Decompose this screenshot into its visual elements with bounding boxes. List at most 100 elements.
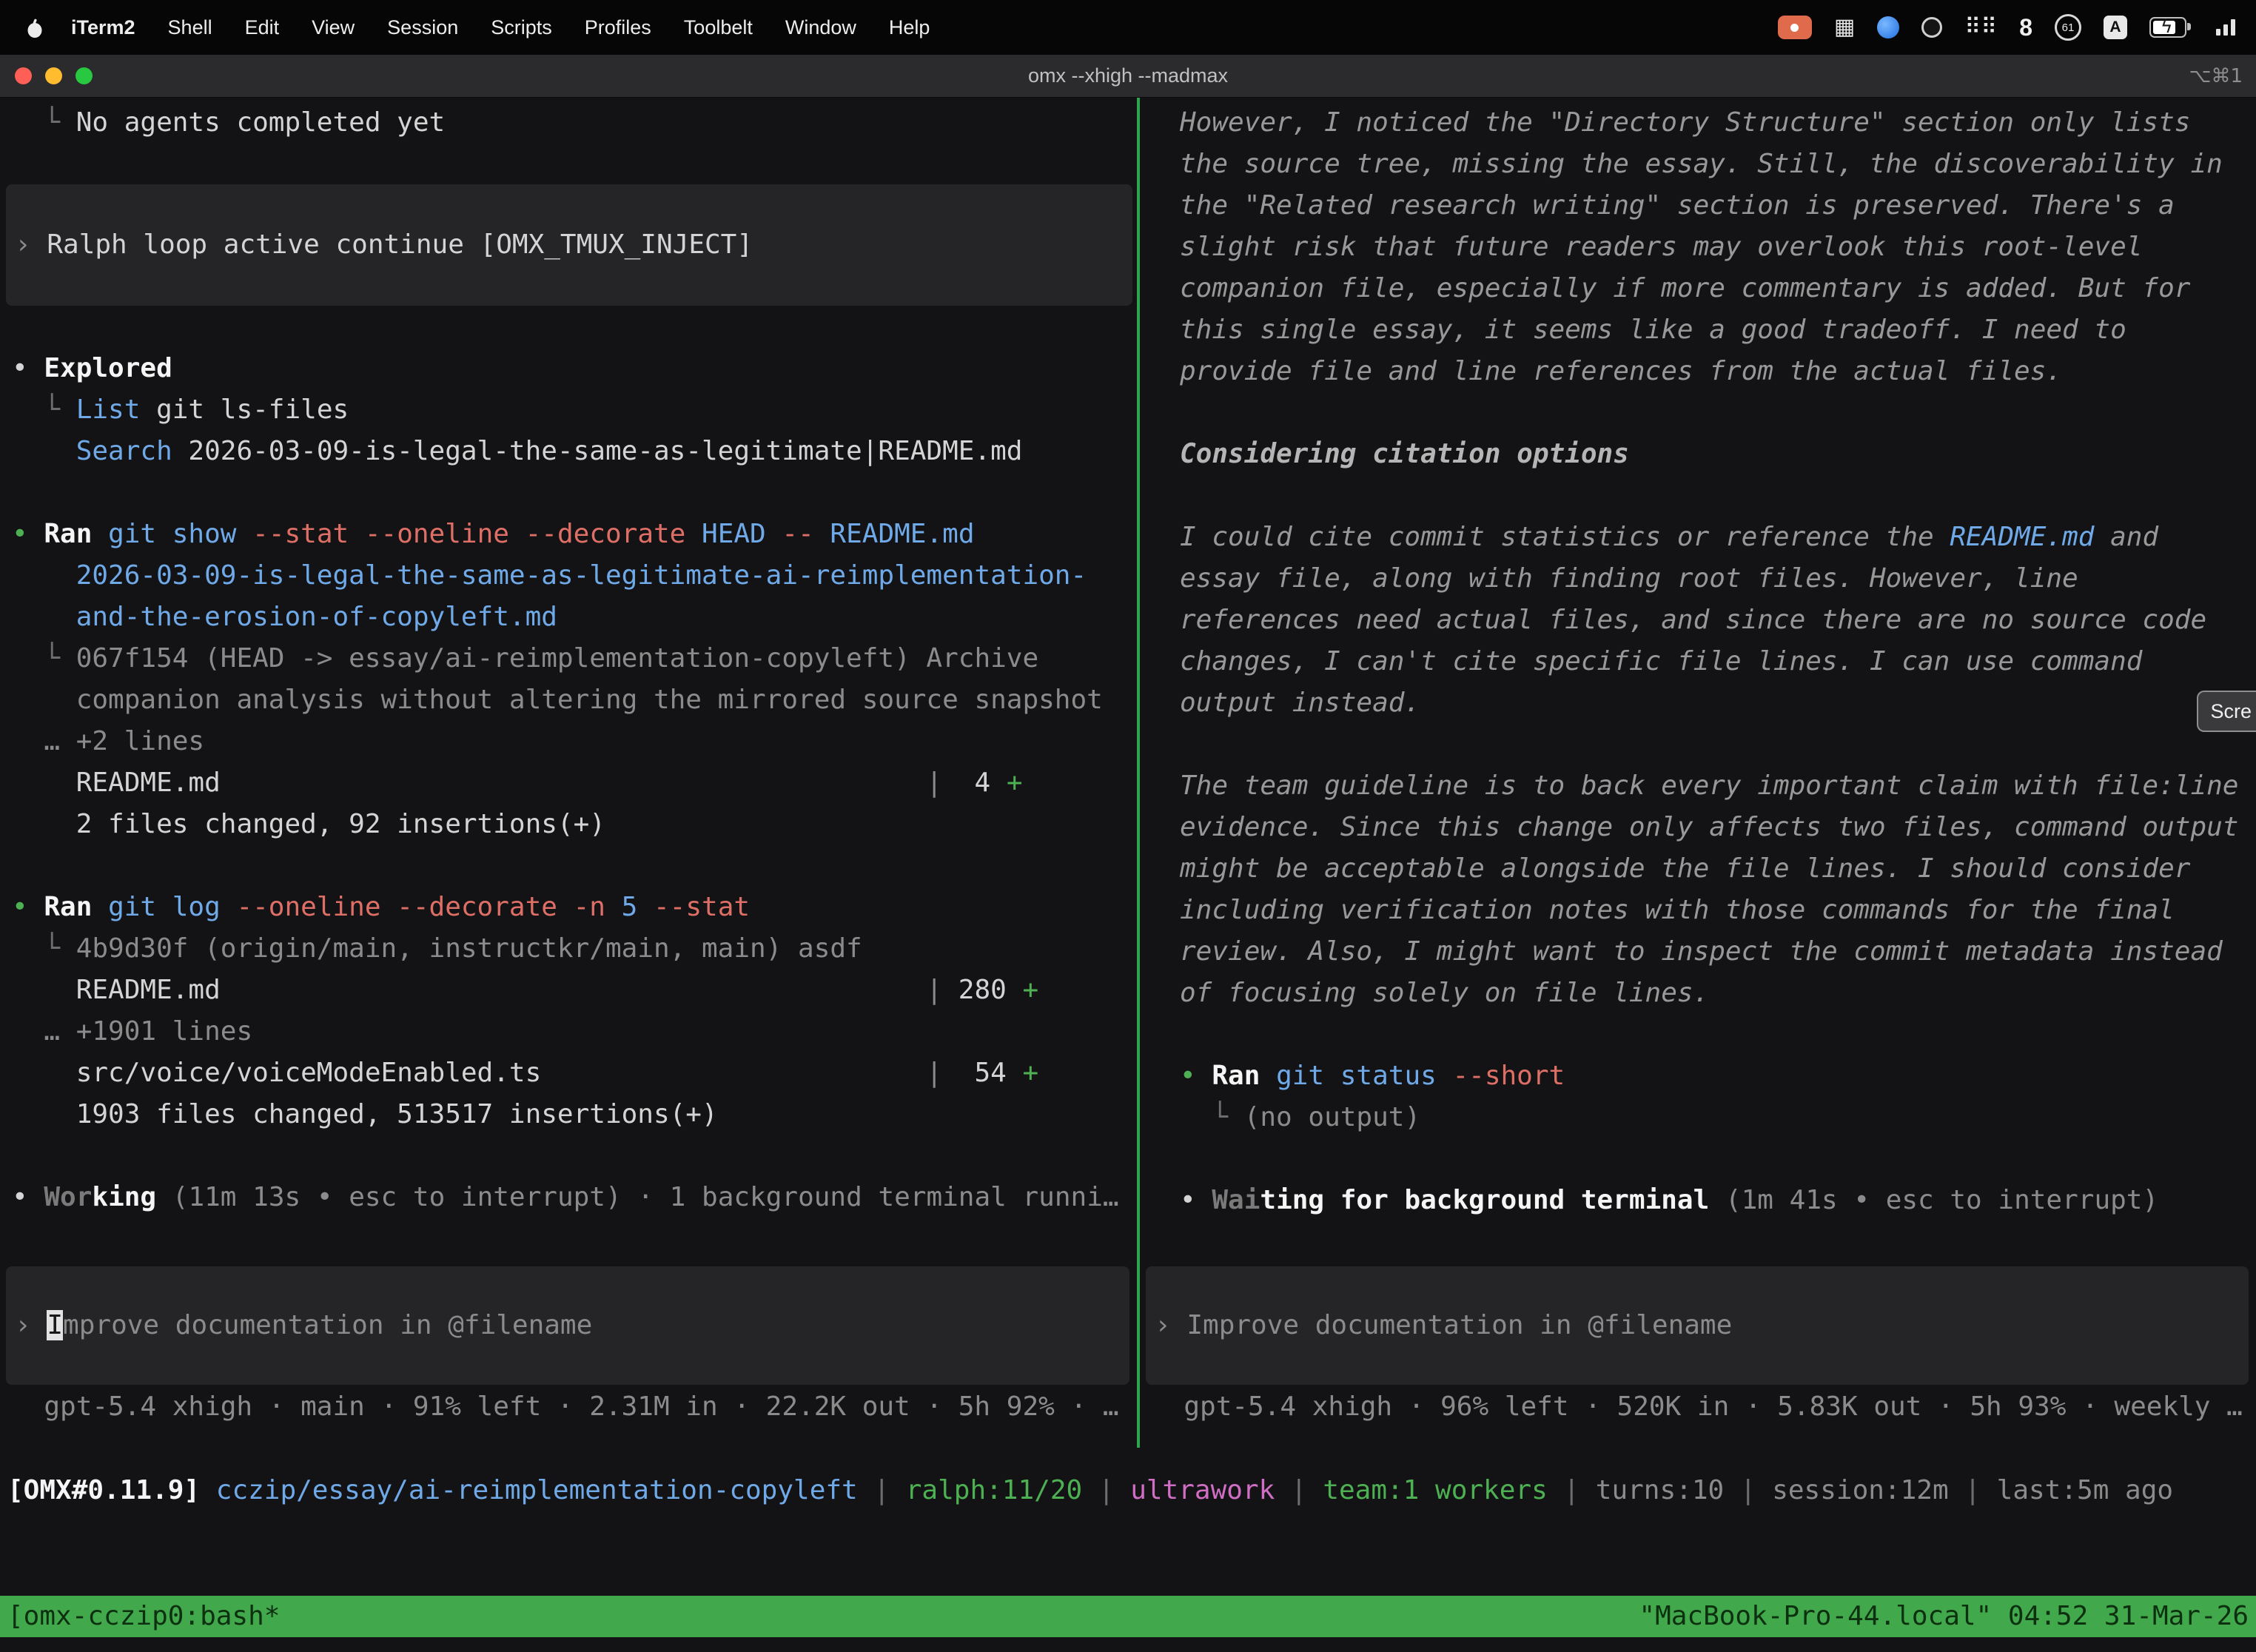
minimize-button[interactable] xyxy=(45,67,62,84)
dark-circle-icon[interactable] xyxy=(1921,17,1942,38)
terminal-line xyxy=(12,845,1119,887)
text-segment: the "Related research writing" section i… xyxy=(1180,190,2175,221)
text-segment xyxy=(12,1016,44,1047)
blue-orb-icon[interactable] xyxy=(1877,16,1899,38)
left-prompt-input[interactable]: › Improve documentation in @filename xyxy=(6,1266,1129,1385)
text-segment: No agents completed yet xyxy=(76,107,446,138)
menubar-item[interactable]: Toolbelt xyxy=(668,16,769,39)
text-segment: · 1 background terminal runni… xyxy=(622,1182,1119,1212)
menu-bar-status-icons: ▦ ⠿⠿ 8 61 A ϟ xyxy=(1778,14,2237,41)
terminal-line: • Working (11m 13s • esc to interrupt) ·… xyxy=(12,1177,1119,1218)
text-segment: src/voice/voiceModeEnabled.ts xyxy=(12,1058,541,1088)
dots-grid-icon[interactable]: ⠿⠿ xyxy=(1964,16,1997,38)
terminal-line: and-the-erosion-of-copyleft.md xyxy=(12,597,1119,638)
terminal-line xyxy=(1180,475,2238,517)
text-segment: Ralph loop active continue [OMX_TMUX_INJ… xyxy=(47,229,753,260)
text-segment: --stat xyxy=(654,892,750,922)
text-segment: I xyxy=(47,1310,63,1340)
terminal-line: • Ran git show --stat --oneline --decora… xyxy=(12,514,1119,555)
text-segment: HEAD xyxy=(702,519,782,549)
text-segment: | xyxy=(926,1058,942,1088)
right-prompt-input[interactable]: › Improve documentation in @filename xyxy=(1146,1266,2249,1385)
recording-dot-icon xyxy=(1790,24,1799,32)
text-segment: └ xyxy=(12,933,76,964)
terminal-line: of focusing solely on file lines. xyxy=(1180,973,2238,1014)
terminal-line: [OMX#0.11.9] cczip/essay/ai-reimplementa… xyxy=(7,1470,2173,1511)
terminal-line: › Improve documentation in @filename xyxy=(1155,1305,2249,1346)
text-segment: gpt-5.4 xhigh · 96% left · 520K in · 5.8… xyxy=(1152,1391,2243,1422)
text-segment xyxy=(12,602,76,632)
text-segment: README.md xyxy=(12,975,221,1005)
app-grid-icon[interactable]: ▦ xyxy=(1834,16,1855,38)
input-source-icon[interactable]: A xyxy=(2104,16,2127,39)
gauge-value: 61 xyxy=(2062,21,2075,34)
text-segment xyxy=(156,1182,172,1212)
terminal-line: I could cite commit statistics or refere… xyxy=(1180,517,2238,558)
menubar-item[interactable]: Profiles xyxy=(568,16,668,39)
menubar-item[interactable]: Shell xyxy=(152,16,229,39)
text-segment: I could cite commit statistics or refere… xyxy=(1180,522,1950,552)
terminal-line: › Improve documentation in @filename xyxy=(15,1305,1129,1346)
menubar-item[interactable]: Session xyxy=(371,16,474,39)
tmux-host-and-time: "MacBook-Pro-44.local" 04:52 31-Mar-26 xyxy=(1639,1596,2249,1637)
text-segment: | xyxy=(1949,1475,1997,1505)
text-segment: • xyxy=(1180,1185,1212,1215)
menubar-item[interactable]: Scripts xyxy=(474,16,568,39)
text-segment: • xyxy=(12,892,44,922)
close-button[interactable] xyxy=(15,67,32,84)
terminal-line: gpt-5.4 xhigh · 96% left · 520K in · 5.8… xyxy=(1152,1386,2243,1428)
text-segment: 067f154 (HEAD -> essay/ai-reimplementati… xyxy=(76,643,1038,674)
menubar-item[interactable]: iTerm2 xyxy=(55,16,152,39)
text-segment: essay file, along with finding root file… xyxy=(1180,563,2078,594)
left-pane: └ No agents completed yet › Ralph loop a… xyxy=(0,98,1137,1448)
menu-items: iTerm2ShellEditViewSessionScriptsProfile… xyxy=(55,16,946,39)
terminal-line: Search 2026-03-09-is-legal-the-same-as-l… xyxy=(12,431,1119,472)
text-segment: git log xyxy=(108,892,236,922)
text-segment: --stat --oneline --decorate xyxy=(252,519,702,549)
gauge-icon[interactable]: 61 xyxy=(2055,14,2081,41)
terminal-line: … +2 lines xyxy=(12,721,1119,762)
terminal-line: • Ran git status --short xyxy=(1180,1055,2238,1097)
text-segment: + xyxy=(1022,975,1038,1005)
text-segment: + xyxy=(1022,1058,1038,1088)
text-segment: 280 xyxy=(942,975,1022,1005)
text-segment: ting for background terminal xyxy=(1260,1185,1709,1215)
menubar-item[interactable]: Edit xyxy=(229,16,296,39)
terminal-line: the source tree, missing the essay. Stil… xyxy=(1180,144,2238,185)
text-segment: ralph:11/20 xyxy=(906,1475,1082,1505)
apple-menu-icon[interactable] xyxy=(25,16,44,38)
text-segment: 4 xyxy=(942,768,1007,798)
text-segment: README.md xyxy=(830,519,974,549)
menubar-item[interactable]: Window xyxy=(769,16,873,39)
terminal-line: 1903 files changed, 513517 insertions(+) xyxy=(12,1094,1119,1135)
terminal-line: 2026-03-09-is-legal-the-same-as-legitima… xyxy=(12,555,1119,597)
text-segment: 1903 files changed, 513517 insertions(+) xyxy=(76,1099,718,1129)
zoom-button[interactable] xyxy=(75,67,93,84)
left-pane-transcript: • Explored └ List git ls-files Search 20… xyxy=(12,348,1119,1218)
charging-bolt-icon: ϟ xyxy=(2161,16,2173,37)
text-segment: companion file, especially if more comme… xyxy=(1180,273,2190,303)
signal-bars-icon[interactable] xyxy=(2215,18,2237,37)
text-segment: --oneline --decorate xyxy=(236,892,573,922)
text-segment: Ran xyxy=(44,892,108,922)
menubar-item[interactable]: View xyxy=(295,16,371,39)
text-segment: … +1901 lines xyxy=(44,1016,252,1047)
text-segment: 54 xyxy=(942,1058,1022,1088)
text-segment xyxy=(541,1058,926,1088)
screen-recording-indicator-icon[interactable] xyxy=(1778,16,1812,39)
text-segment: companion analysis without altering the … xyxy=(76,685,1103,715)
terminal-content[interactable]: └ No agents completed yet › Ralph loop a… xyxy=(0,98,2256,1652)
terminal-line xyxy=(1180,392,2238,434)
text-segment: README.md xyxy=(12,768,221,798)
battery-charging-icon[interactable]: ϟ xyxy=(2149,17,2186,38)
text-segment: 4b9d30f (origin/main, instructkr/main, m… xyxy=(76,933,862,964)
terminal-line: └ (no output) xyxy=(1180,1097,2238,1138)
text-segment: Explored xyxy=(44,353,172,383)
text-segment: --short xyxy=(1452,1061,1565,1091)
window-titlebar[interactable]: omx --xhigh --madmax ⌥⌘1 xyxy=(0,55,2256,98)
terminal-line xyxy=(1180,724,2238,765)
text-segment xyxy=(221,768,927,798)
text-segment: Ran xyxy=(44,519,108,549)
menubar-item[interactable]: Help xyxy=(873,16,947,39)
figure-eight-icon[interactable]: 8 xyxy=(2019,14,2032,41)
